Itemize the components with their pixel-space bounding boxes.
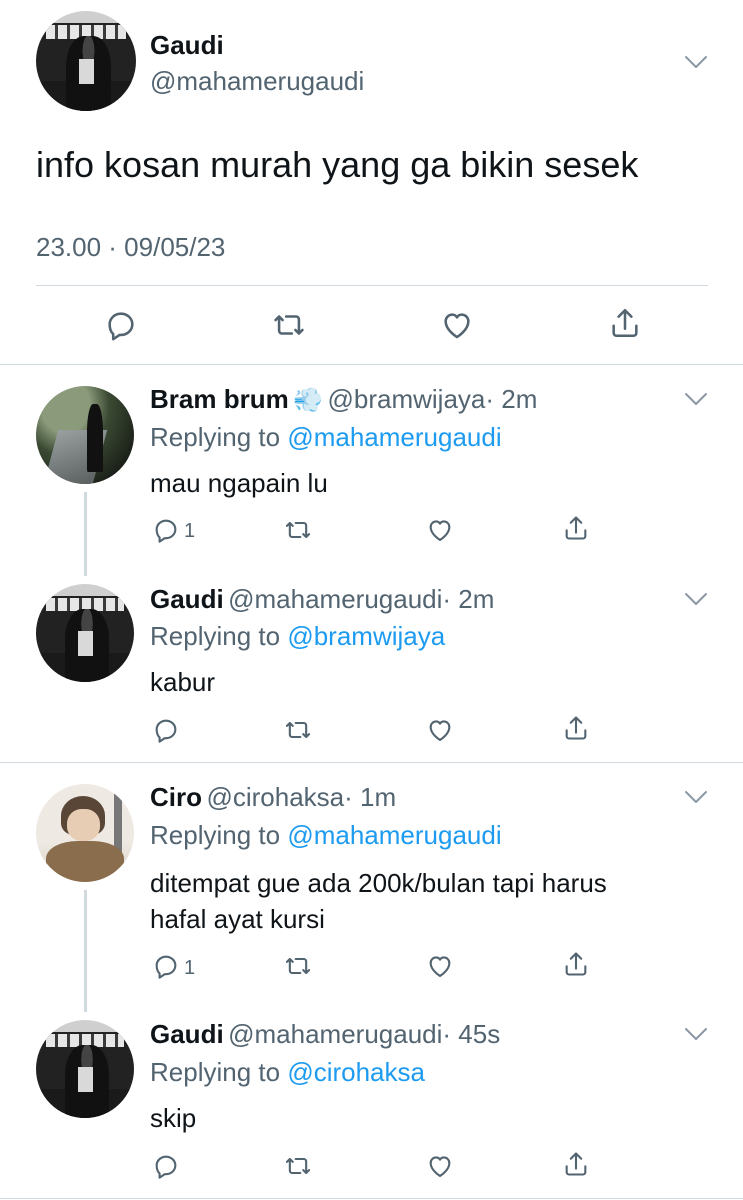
retweet-icon[interactable] bbox=[284, 716, 312, 744]
author-name[interactable]: Ciro bbox=[150, 782, 202, 812]
reply-count: 1 bbox=[184, 520, 196, 542]
avatar[interactable] bbox=[36, 11, 136, 111]
retweet-icon[interactable] bbox=[284, 516, 312, 544]
author-handle[interactable]: @mahamerugaudi bbox=[228, 1019, 442, 1049]
tweet-text: info kosan murah yang ga bikin sesek bbox=[36, 144, 639, 185]
mention-link[interactable]: @mahamerugaudi bbox=[287, 422, 501, 452]
author-handle[interactable]: @mahamerugaudi bbox=[150, 66, 364, 97]
mention-link[interactable]: @cirohaksa bbox=[287, 1057, 425, 1087]
heart-icon[interactable] bbox=[426, 716, 454, 744]
chevron-down-icon[interactable] bbox=[684, 1027, 708, 1041]
reply-count: 1 bbox=[184, 957, 196, 979]
author-handle[interactable]: @mahamerugaudi bbox=[228, 584, 442, 614]
divider bbox=[36, 285, 708, 286]
author-handle[interactable]: @cirohaksa bbox=[206, 782, 344, 812]
replying-to: Replying to @bramwijaya bbox=[150, 621, 446, 651]
author-handle[interactable]: @bramwijaya bbox=[328, 384, 486, 414]
divider bbox=[0, 762, 743, 763]
avatar[interactable] bbox=[36, 386, 134, 484]
time-ago[interactable]: · 2m bbox=[442, 584, 494, 614]
reply-icon[interactable] bbox=[152, 1152, 180, 1180]
reply-icon[interactable] bbox=[152, 716, 180, 744]
share-icon[interactable] bbox=[562, 714, 590, 742]
chevron-down-icon[interactable] bbox=[684, 55, 708, 69]
tweet-text: skip bbox=[150, 1103, 197, 1133]
emoji-badge: 💨 bbox=[293, 387, 324, 414]
tweet-text: kabur bbox=[150, 667, 216, 697]
heart-icon[interactable] bbox=[426, 952, 454, 980]
heart-icon[interactable] bbox=[426, 516, 454, 544]
share-icon[interactable] bbox=[562, 950, 590, 978]
divider bbox=[0, 1198, 743, 1199]
heart-icon[interactable] bbox=[426, 1152, 454, 1180]
tweet-text-line-1: ditempat gue ada 200k/bulan tapi harus bbox=[150, 868, 607, 898]
avatar[interactable] bbox=[36, 584, 134, 682]
author-name[interactable]: Gaudi bbox=[150, 30, 224, 61]
reply-icon[interactable] bbox=[104, 308, 138, 342]
reply-icon[interactable] bbox=[152, 952, 180, 980]
chevron-down-icon[interactable] bbox=[684, 392, 708, 406]
author-name[interactable]: Gaudi bbox=[150, 1019, 224, 1049]
mention-link[interactable]: @bramwijaya bbox=[287, 621, 445, 651]
reply-icon[interactable] bbox=[152, 516, 180, 544]
thread-line bbox=[84, 890, 87, 1012]
replying-to: Replying to @cirohaksa bbox=[150, 1057, 425, 1087]
time-ago[interactable]: · 1m bbox=[344, 782, 396, 812]
tweet-text-line-2: hafal ayat kursi bbox=[150, 904, 325, 934]
mention-link[interactable]: @mahamerugaudi bbox=[287, 820, 501, 850]
chevron-down-icon[interactable] bbox=[684, 592, 708, 606]
author-name[interactable]: Bram brum bbox=[150, 384, 289, 414]
heart-icon[interactable] bbox=[440, 308, 474, 342]
author-name[interactable]: Gaudi bbox=[150, 584, 224, 614]
time-ago[interactable]: · 2m bbox=[485, 384, 537, 414]
divider bbox=[0, 364, 743, 365]
thread-line bbox=[84, 492, 87, 576]
avatar[interactable] bbox=[36, 784, 134, 882]
timestamp[interactable]: 23.00 · 09/05/23 bbox=[36, 232, 225, 263]
share-icon[interactable] bbox=[608, 306, 642, 340]
replying-to: Replying to @mahamerugaudi bbox=[150, 422, 502, 452]
replying-to: Replying to @mahamerugaudi bbox=[150, 820, 502, 850]
time-ago[interactable]: · 45s bbox=[442, 1019, 500, 1049]
avatar[interactable] bbox=[36, 1020, 134, 1118]
tweet-text: mau ngapain lu bbox=[150, 468, 328, 498]
retweet-icon[interactable] bbox=[284, 952, 312, 980]
share-icon[interactable] bbox=[562, 514, 590, 542]
retweet-icon[interactable] bbox=[284, 1152, 312, 1180]
retweet-icon[interactable] bbox=[272, 308, 306, 342]
chevron-down-icon[interactable] bbox=[684, 790, 708, 804]
share-icon[interactable] bbox=[562, 1150, 590, 1178]
